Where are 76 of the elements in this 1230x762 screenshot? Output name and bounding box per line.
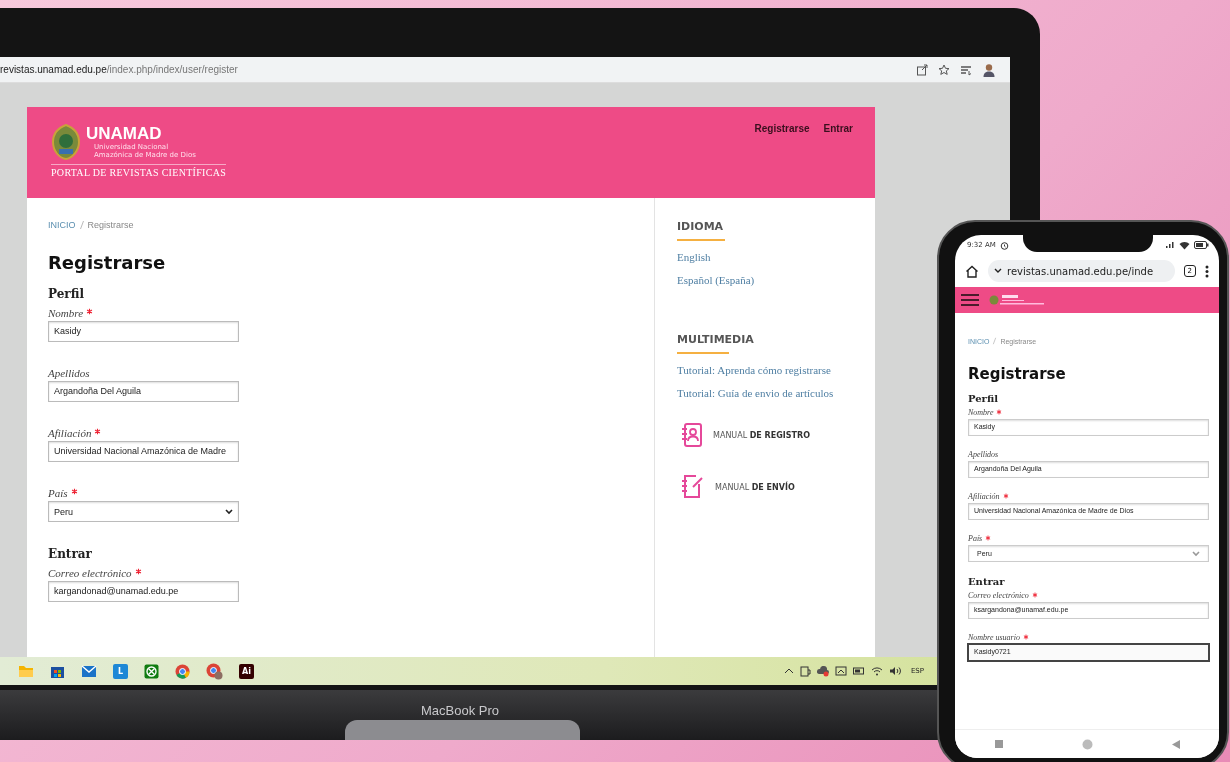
display-icon[interactable] bbox=[834, 665, 847, 677]
input-field[interactable]: Kasidy bbox=[48, 321, 239, 342]
page-heading: Registrarse bbox=[48, 252, 167, 273]
alarm-icon bbox=[999, 240, 1009, 250]
notebook-pencil-icon bbox=[681, 474, 705, 500]
wifi-icon[interactable] bbox=[870, 666, 883, 676]
heading-underline bbox=[677, 352, 729, 354]
sidebar-heading: MULTIMEDIA bbox=[677, 333, 754, 346]
section-heading: Perfil bbox=[48, 287, 85, 301]
address-bar[interactable]: revistas.unamad.edu.pe/inde bbox=[988, 260, 1175, 282]
field-label: Correo electrónico bbox=[48, 567, 132, 579]
wifi-icon bbox=[1179, 240, 1190, 250]
address-bar[interactable]: revistas.unamad.edu.pe/index.php/index/user/register bbox=[0, 57, 1010, 83]
field-label: Afiliación bbox=[968, 492, 1000, 501]
star-icon[interactable] bbox=[938, 63, 950, 76]
sidebar-link[interactable]: English bbox=[677, 251, 711, 263]
section-heading: Entrar bbox=[968, 576, 1006, 587]
field-label: Afiliación bbox=[48, 427, 92, 439]
breadcrumb-link[interactable]: INICIO bbox=[48, 220, 76, 230]
input-field[interactable]: kargandonad@unamad.edu.pe bbox=[48, 581, 239, 602]
nav-link[interactable]: Registrarse bbox=[754, 123, 810, 198]
avatar-icon[interactable] bbox=[982, 62, 996, 77]
laptop-model-label: MacBook Pro bbox=[420, 703, 499, 720]
sidebar-heading: IDIOMA bbox=[677, 220, 724, 233]
portal-title: PORTAL DE REVISTAS CIENTÍFICAS bbox=[51, 164, 227, 178]
breadcrumb-separator-icon bbox=[78, 220, 85, 230]
share-icon[interactable] bbox=[916, 63, 928, 76]
browser-profile-icon[interactable] bbox=[206, 662, 223, 680]
caret-up-icon[interactable] bbox=[783, 667, 794, 675]
signal-icon bbox=[1165, 241, 1175, 249]
section-heading: Perfil bbox=[968, 393, 999, 404]
sidebar-link[interactable]: Tutorial: Aprenda cómo registrarse bbox=[677, 364, 831, 376]
field-label: Nombre usuario bbox=[968, 633, 1020, 642]
page-heading: Registrarse bbox=[968, 365, 1067, 383]
field-label: Apellidos bbox=[48, 367, 90, 379]
tray-app-icon[interactable] bbox=[799, 665, 811, 677]
field-label: Apellidos bbox=[968, 450, 999, 459]
reading-list-icon[interactable] bbox=[960, 63, 972, 76]
cloud-sync-icon[interactable] bbox=[816, 665, 829, 677]
battery-icon bbox=[1194, 241, 1209, 249]
chevron-down-icon bbox=[994, 268, 1002, 274]
breadcrumb-link[interactable]: Registrarse bbox=[87, 220, 134, 230]
speaker-icon[interactable] bbox=[888, 666, 901, 676]
breadcrumb-separator-icon bbox=[992, 337, 998, 345]
field-label: Nombre bbox=[48, 307, 84, 319]
input-field[interactable]: Argandoña Del Aguila bbox=[48, 381, 239, 402]
chevron-down-icon bbox=[225, 508, 233, 515]
heading-underline bbox=[677, 239, 725, 241]
browser-icon[interactable] bbox=[175, 663, 190, 679]
country-select[interactable]: Peru bbox=[48, 501, 239, 522]
chevron-down-icon bbox=[1192, 550, 1200, 557]
xbox-icon[interactable] bbox=[144, 663, 159, 679]
app-tile-icon[interactable]: Ai bbox=[239, 663, 254, 679]
more-menu-icon[interactable] bbox=[1205, 264, 1209, 278]
nav-link[interactable]: Entrar bbox=[823, 123, 853, 198]
manual-link[interactable]: MANUAL DE ENVÍO bbox=[681, 474, 795, 500]
sidebar-link[interactable]: Español (España) bbox=[677, 274, 755, 286]
site-title: UNAMAD bbox=[86, 125, 163, 143]
manual-link[interactable]: MANUAL DE REGISTRO bbox=[681, 422, 810, 448]
field-label: Correo electrónico bbox=[968, 591, 1029, 600]
home-icon[interactable] bbox=[965, 264, 979, 278]
sidebar-link[interactable]: Tutorial: Guía de envio de artículos bbox=[677, 387, 834, 399]
input-field[interactable]: Universidad Nacional Amazónica de Madre bbox=[48, 441, 239, 462]
field-label: País bbox=[968, 534, 983, 543]
contact-book-icon bbox=[681, 422, 703, 448]
app-tile-icon[interactable]: L bbox=[113, 663, 128, 679]
site-logo-icon bbox=[989, 293, 1045, 307]
crest-icon bbox=[51, 123, 81, 161]
mail-icon[interactable] bbox=[81, 664, 97, 678]
battery-icon[interactable] bbox=[852, 667, 865, 675]
menu-icon[interactable] bbox=[961, 294, 979, 306]
section-heading: Entrar bbox=[48, 547, 93, 561]
square-icon[interactable] bbox=[994, 740, 1003, 748]
field-label: Nombre bbox=[968, 408, 994, 417]
field-label: País bbox=[48, 487, 68, 499]
back-triangle-icon[interactable] bbox=[1171, 739, 1180, 749]
